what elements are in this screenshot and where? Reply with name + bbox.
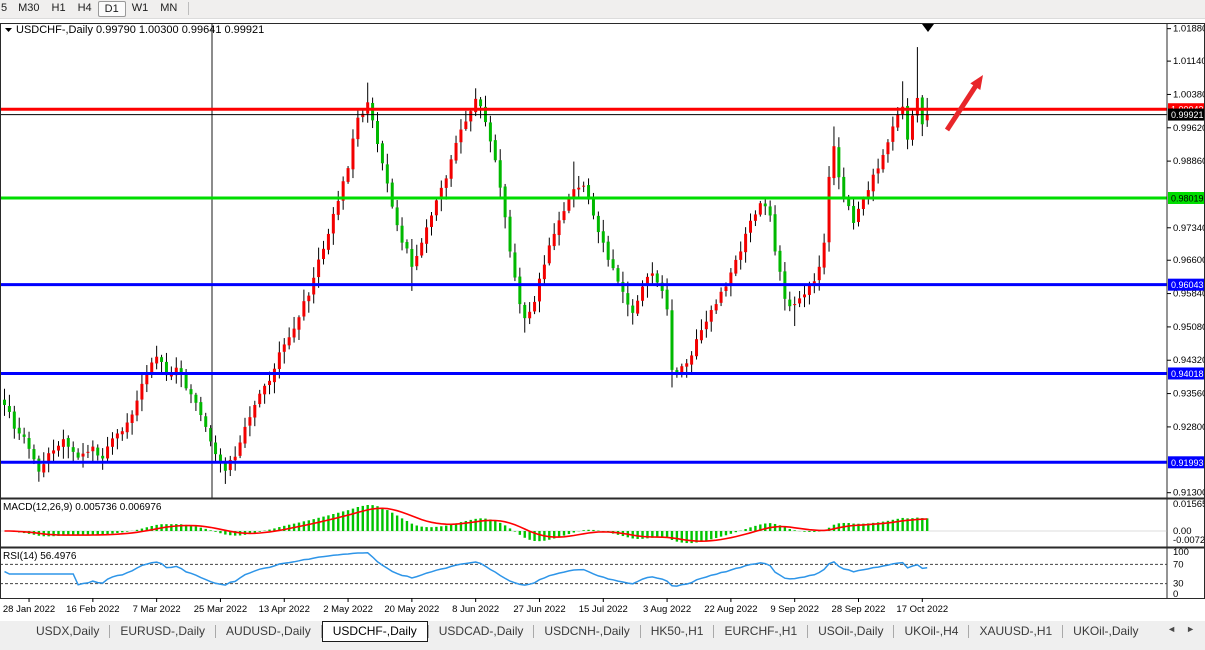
mt4-window: 5 M30 H1 H4 D1 W1 MN 1.01880 1.01140 1.00380 0.99… [0, 0, 1205, 650]
chart-tab-eurusd-daily[interactable]: EURUSD-,Daily [110, 621, 215, 641]
svg-text:0.99921: 0.99921 [1171, 110, 1204, 120]
chart-tab-usdchf-daily[interactable]: USDCHF-,Daily [321, 620, 428, 642]
svg-text:28 Jan 2022: 28 Jan 2022 [3, 604, 55, 615]
svg-text:100: 100 [1173, 547, 1189, 558]
toolbar-separator [188, 2, 190, 16]
tab-scroll-arrows: ◄ ► [1159, 621, 1205, 634]
chart-title: USDCHF-,Daily 0.99790 1.00300 0.99641 0.… [5, 24, 264, 36]
svg-text:7 Mar 2022: 7 Mar 2022 [133, 604, 181, 615]
chart-tab-usdcnh-daily[interactable]: USDCNH-,Daily [534, 621, 639, 641]
svg-text:70: 70 [1173, 559, 1184, 570]
chart-tab-usdx-daily[interactable]: USDX,Daily [26, 621, 109, 641]
svg-text:0.94018: 0.94018 [1171, 369, 1204, 379]
svg-text:0.92800: 0.92800 [1173, 422, 1205, 433]
svg-text:0.96043: 0.96043 [1171, 280, 1204, 290]
svg-text:0.97340: 0.97340 [1173, 222, 1205, 233]
svg-text:27 Jun 2022: 27 Jun 2022 [513, 604, 565, 615]
svg-text:0.94320: 0.94320 [1173, 355, 1205, 366]
tab-scroll-left-icon[interactable]: ◄ [1167, 624, 1176, 634]
svg-text:8 Jun 2022: 8 Jun 2022 [452, 604, 499, 615]
svg-text:28 Sep 2022: 28 Sep 2022 [832, 604, 886, 615]
svg-text:17 Oct 2022: 17 Oct 2022 [896, 604, 948, 615]
timeframe-button-mn[interactable]: MN [154, 1, 183, 16]
svg-text:0.98860: 0.98860 [1173, 156, 1205, 167]
chart-tab-eurchf-h1[interactable]: EURCHF-,H1 [714, 621, 807, 641]
svg-text:3 Aug 2022: 3 Aug 2022 [643, 604, 691, 615]
macd-label: MACD(12,26,9) 0.005736 0.006976 [3, 502, 162, 513]
chart-tab-usdcad-daily[interactable]: USDCAD-,Daily [429, 621, 534, 641]
timeframe-button-h1[interactable]: H1 [46, 1, 72, 16]
svg-text:15 Jul 2022: 15 Jul 2022 [579, 604, 628, 615]
chart-window: 1.01880 1.01140 1.00380 0.99620 0.98860 0.973… [0, 18, 1205, 621]
svg-text:1.00380: 1.00380 [1173, 89, 1205, 100]
svg-text:0.98019: 0.98019 [1171, 193, 1204, 203]
chart-tab-hk50-h1[interactable]: HK50-,H1 [641, 621, 714, 641]
chart-tab-ukoil-h4[interactable]: UKOil-,H4 [894, 621, 968, 641]
svg-text:13 Apr 2022: 13 Apr 2022 [259, 604, 310, 615]
svg-text:0.96600: 0.96600 [1173, 255, 1205, 266]
svg-text:1.01140: 1.01140 [1173, 56, 1205, 67]
chart-tab-xauusd-h1[interactable]: XAUUSD-,H1 [969, 621, 1062, 641]
svg-text:USDCHF-,Daily 0.99790 1.00300: USDCHF-,Daily 0.99790 1.00300 0.99641 0.… [16, 24, 264, 36]
svg-text:-0.00725: -0.00725 [1173, 535, 1205, 546]
svg-text:1.01880: 1.01880 [1173, 23, 1205, 34]
timeframe-button-5[interactable]: 5 [0, 1, 12, 16]
timeframe-toolbar: 5 M30 H1 H4 D1 W1 MN [0, 0, 1205, 19]
timeframe-button-m30[interactable]: M30 [12, 1, 45, 16]
svg-text:30: 30 [1173, 578, 1184, 589]
rsi-label: RSI(14) 56.4976 [3, 551, 77, 562]
tab-scroll-right-icon[interactable]: ► [1186, 624, 1195, 634]
chart-canvas[interactable]: 1.01880 1.01140 1.00380 0.99620 0.98860 0.973… [0, 18, 1205, 621]
svg-text:0.015654: 0.015654 [1173, 499, 1205, 510]
svg-text:22 Aug 2022: 22 Aug 2022 [704, 604, 757, 615]
svg-text:25 Mar 2022: 25 Mar 2022 [194, 604, 247, 615]
timeframe-button-d1[interactable]: D1 [97, 0, 126, 17]
chart-tab-ukoil-daily[interactable]: UKOil-,Daily [1063, 621, 1148, 641]
svg-text:16 Feb 2022: 16 Feb 2022 [66, 604, 119, 615]
svg-text:0.91993: 0.91993 [1171, 457, 1204, 467]
chart-tab-usoil-daily[interactable]: USOil-,Daily [808, 621, 893, 641]
svg-text:9 Sep 2022: 9 Sep 2022 [770, 604, 819, 615]
symbol-tab-bar: USDX,Daily EURUSD-,Daily AUDUSD-,Daily USDC… [0, 620, 1205, 650]
svg-text:0.95080: 0.95080 [1173, 322, 1205, 333]
svg-text:0.93560: 0.93560 [1173, 388, 1205, 399]
timeframe-button-w1[interactable]: W1 [126, 1, 155, 16]
chart-tab-audusd-daily[interactable]: AUDUSD-,Daily [216, 621, 321, 641]
svg-text:0.91300: 0.91300 [1173, 487, 1205, 498]
svg-text:2 May 2022: 2 May 2022 [323, 604, 373, 615]
timeframe-button-h4[interactable]: H4 [72, 1, 98, 16]
svg-text:20 May 2022: 20 May 2022 [384, 604, 439, 615]
svg-text:0.99620: 0.99620 [1173, 122, 1205, 133]
